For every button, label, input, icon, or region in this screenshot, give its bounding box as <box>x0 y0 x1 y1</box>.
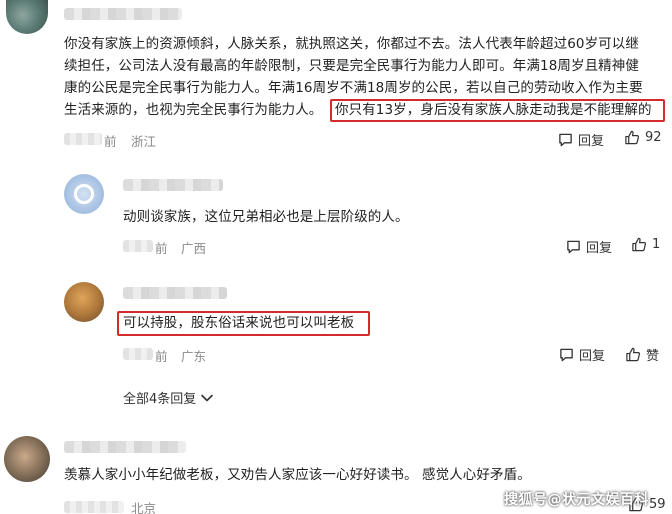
comment-text-line: 你没有家族上的资源倾斜，人脉关系，就执照这关，你都过不去。法人代表年龄超过60岁… <box>64 36 639 52</box>
comment-bubble-icon <box>567 240 580 254</box>
like-button[interactable]: 1 <box>631 237 660 252</box>
comment-text: 羡慕人家小小年纪做老板，又劝告人家应该一心好好读书。 感觉人心好矛盾。 <box>64 467 531 483</box>
reply-label: 回复 <box>586 241 613 256</box>
reply-highlighted-text: 可以持股，股东俗话来说也可以叫老板 <box>123 315 355 331</box>
chevron-down-icon <box>201 394 214 401</box>
username-blurred[interactable] <box>123 179 223 191</box>
reply-location: 广西 <box>181 241 207 256</box>
username-blurred[interactable] <box>64 441 186 453</box>
comment-location: 浙江 <box>131 134 157 149</box>
like-count: 92 <box>645 130 662 145</box>
like-count: 59 <box>649 497 666 512</box>
like-count: 赞 <box>646 349 660 364</box>
comment-text-line: 生活来源的，也视为完全民事行为能力人。 <box>64 102 323 118</box>
user-avatar[interactable] <box>6 0 48 34</box>
like-count: 1 <box>652 237 661 252</box>
watermark: 搜狐号@状元文娱百科 <box>504 492 649 508</box>
reply-location: 广东 <box>181 349 207 364</box>
comment-highlighted-text: 你只有13岁，身后没有家族人脉走动我是不能理解的 <box>335 102 652 118</box>
comment-text-line: 续担任，公司法人没有最高的年龄限制，只要是完全民事行为能力人即可。年满18周岁且… <box>64 58 639 74</box>
time-blurred <box>64 501 124 513</box>
username-blurred[interactable] <box>123 287 227 299</box>
comment-text-line: 康的公民是完全民事行为能力人。年满16周岁不满18周岁的公民，若以自己的劳动收入… <box>64 80 643 96</box>
user-avatar[interactable] <box>4 436 50 482</box>
time-blurred <box>123 240 153 252</box>
thumbs-up-icon <box>632 237 647 252</box>
reply-button[interactable]: 回复 <box>558 130 604 149</box>
reply-label: 回复 <box>578 134 605 149</box>
comment-bubble-icon <box>560 348 573 362</box>
reply-button[interactable]: 回复 <box>566 237 612 256</box>
username-blurred[interactable] <box>64 8 182 20</box>
thumbs-up-icon <box>625 130 640 145</box>
reply-time: 前 <box>155 349 168 364</box>
user-avatar[interactable] <box>64 174 104 214</box>
reply-button[interactable]: 回复 <box>559 345 605 364</box>
like-button[interactable]: 92 <box>624 130 662 145</box>
thumbs-up-icon <box>626 347 641 362</box>
comment-location: 北京 <box>131 501 157 514</box>
user-avatar[interactable] <box>64 282 104 322</box>
like-button[interactable]: 赞 <box>625 345 659 364</box>
reply-label: 回复 <box>579 349 606 364</box>
time-blurred <box>64 133 102 145</box>
reply-time: 前 <box>155 241 168 256</box>
expand-replies-label: 全部4条回复 <box>123 392 197 407</box>
reply-text: 动则谈家族，这位兄弟相必也是上层阶级的人。 <box>123 209 409 225</box>
comment-bubble-icon <box>559 133 572 147</box>
time-blurred <box>123 348 153 360</box>
expand-replies-button[interactable]: 全部4条回复 <box>123 388 214 407</box>
comment-time: 前 <box>104 134 117 149</box>
